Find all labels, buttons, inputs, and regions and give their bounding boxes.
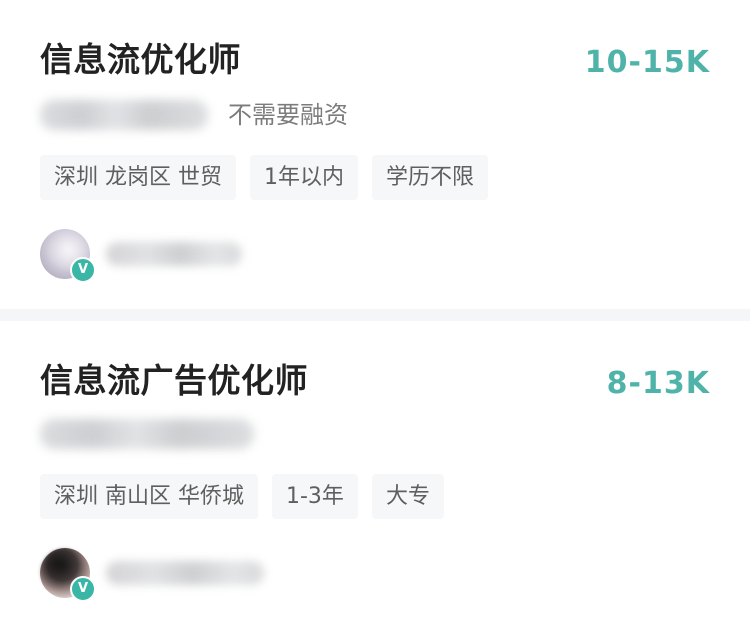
avatar: V bbox=[40, 229, 96, 283]
verified-badge-icon: V bbox=[70, 576, 96, 602]
job-card[interactable]: 信息流广告优化师 8-13K 深圳 南山区 华侨城 1-3年 大专 V bbox=[0, 321, 750, 632]
job-card[interactable]: 信息流优化师 10-15K 不需要融资 深圳 龙岗区 世贸 1年以内 学历不限 … bbox=[0, 0, 750, 309]
company-row bbox=[40, 416, 254, 452]
tag-experience: 1年以内 bbox=[250, 155, 358, 200]
job-list: 信息流优化师 10-15K 不需要融资 深圳 龙岗区 世贸 1年以内 学历不限 … bbox=[0, 0, 750, 632]
job-tags: 深圳 南山区 华侨城 1-3年 大专 bbox=[40, 474, 444, 519]
tag-location: 深圳 南山区 华侨城 bbox=[40, 474, 258, 519]
job-tags: 深圳 龙岗区 世贸 1年以内 学历不限 bbox=[40, 155, 489, 200]
recruiter-row[interactable]: V bbox=[40, 229, 242, 283]
recruiter-row[interactable]: V bbox=[40, 548, 264, 602]
funding-stage: 不需要融资 bbox=[228, 101, 348, 129]
recruiter-name-blurred bbox=[106, 561, 264, 585]
tag-experience: 1-3年 bbox=[272, 474, 358, 519]
job-title: 信息流优化师 bbox=[40, 40, 241, 79]
salary-range: 8-13K bbox=[606, 366, 710, 401]
tag-education: 大专 bbox=[371, 474, 444, 519]
company-name-blurred bbox=[40, 100, 208, 130]
tag-location: 深圳 龙岗区 世贸 bbox=[40, 155, 236, 200]
job-title: 信息流广告优化师 bbox=[40, 361, 308, 400]
company-row: 不需要融资 bbox=[40, 97, 348, 133]
salary-range: 10-15K bbox=[584, 45, 710, 80]
verified-badge-icon: V bbox=[70, 257, 96, 283]
recruiter-name-blurred bbox=[106, 242, 242, 266]
avatar: V bbox=[40, 548, 96, 602]
tag-education: 学历不限 bbox=[372, 155, 489, 200]
company-name-blurred bbox=[40, 419, 254, 449]
